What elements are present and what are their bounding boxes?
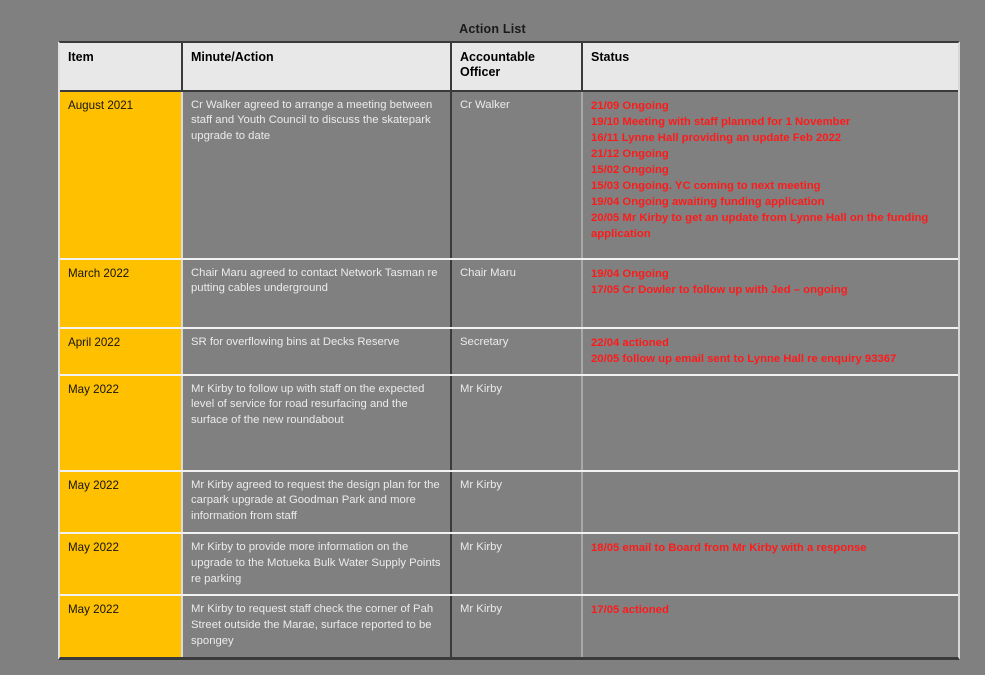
page-title: Action List: [459, 22, 526, 36]
status-line: 22/04 actioned: [591, 336, 669, 349]
table-body: August 2021 Cr Walker agreed to arrange a…: [60, 90, 958, 658]
status-line: 19/10 Meeting with staff planned for 1 N…: [591, 115, 851, 128]
status-line: 16/11 Lynne Hall providing an update Feb…: [591, 131, 842, 144]
cell-accountable-officer: Mr Kirby: [451, 533, 583, 597]
status-line: 19/04 Ongoing awaiting funding applicati…: [591, 195, 825, 208]
cell-item: May 2022: [60, 595, 183, 658]
cell-item: March 2022: [60, 258, 183, 329]
column-header-item: Item: [60, 43, 183, 92]
table-header: Item Minute/Action Accountable Officer S…: [60, 43, 958, 92]
action-list-table-container: Item Minute/Action Accountable Officer S…: [58, 41, 960, 661]
status-line: 21/12 Ongoing: [591, 147, 669, 160]
column-header-accountable-officer: Accountable Officer: [451, 43, 583, 92]
cell-item: May 2022: [60, 470, 183, 535]
cell-status: 17/05 actioned: [582, 595, 958, 658]
table-row: August 2021 Cr Walker agreed to arrange a…: [60, 90, 958, 260]
cell-status: [582, 374, 958, 472]
status-line: 21/09 Ongoing: [591, 99, 669, 112]
column-header-minute: Minute/Action: [182, 43, 452, 92]
status-empty: [591, 382, 950, 383]
cell-minute-action: SR for overflowing bins at Decks Reserve: [182, 327, 452, 376]
cell-accountable-officer: Mr Kirby: [451, 374, 583, 472]
table-row: May 2022 Mr Kirby agreed to request the d…: [60, 470, 958, 535]
cell-minute-action: Chair Maru agreed to contact Network Tas…: [182, 258, 452, 329]
cell-accountable-officer: Secretary: [451, 327, 583, 376]
document-page: Action List Item Minute/Action Accountab…: [0, 0, 985, 675]
cell-accountable-officer: Mr Kirby: [451, 595, 583, 658]
cell-item: August 2021: [60, 90, 183, 260]
table-row: May 2022 Mr Kirby to provide more informa…: [60, 533, 958, 597]
cell-minute-action: Mr Kirby to provide more information on …: [182, 533, 452, 597]
cell-status: 21/09 Ongoing 19/10 Meeting with staff pl…: [582, 90, 958, 260]
status-line: 19/04 Ongoing: [591, 267, 669, 280]
column-header-status: Status: [582, 43, 958, 92]
action-list-table: Item Minute/Action Accountable Officer S…: [60, 43, 958, 658]
cell-accountable-officer: Cr Walker: [451, 90, 583, 260]
cell-status: 19/04 Ongoing 17/05 Cr Dowler to follow u…: [582, 258, 958, 329]
cell-minute-action: Mr Kirby to follow up with staff on the …: [182, 374, 452, 472]
cell-accountable-officer: Mr Kirby: [451, 470, 583, 535]
status-line: 17/05 actioned: [591, 604, 669, 617]
table-row: April 2022 SR for overflowing bins at Dec…: [60, 327, 958, 376]
status-line: 20/05 Mr Kirby to get an update from Lyn…: [591, 211, 929, 240]
table-row: May 2022 Mr Kirby to follow up with staff…: [60, 374, 958, 472]
status-line: 20/05 follow up email sent to Lynne Hall…: [591, 352, 897, 365]
cell-item: May 2022: [60, 533, 183, 597]
cell-status: 22/04 actioned 20/05 follow up email sent…: [582, 327, 958, 376]
status-line: 18/05 email to Board from Mr Kirby with …: [591, 542, 867, 554]
cell-minute-action: Mr Kirby to request staff check the corn…: [182, 595, 452, 658]
cell-accountable-officer: Chair Maru: [451, 258, 583, 329]
status-line: 15/03 Ongoing. YC coming to next meeting: [591, 179, 821, 192]
cell-minute-action: Mr Kirby agreed to request the design pl…: [182, 470, 452, 535]
status-line: 15/02 Ongoing: [591, 163, 669, 176]
table-row: May 2022 Mr Kirby to request staff check …: [60, 595, 958, 658]
table-header-row: Item Minute/Action Accountable Officer S…: [60, 43, 958, 92]
cell-status: [582, 470, 958, 535]
status-empty: [591, 478, 950, 479]
status-line: 17/05 Cr Dowler to follow up with Jed – …: [591, 283, 848, 296]
table-row: March 2022 Chair Maru agreed to contact N…: [60, 258, 958, 329]
cell-item: May 2022: [60, 374, 183, 472]
cell-minute-action: Cr Walker agreed to arrange a meeting be…: [182, 90, 452, 260]
cell-status: 18/05 email to Board from Mr Kirby with …: [582, 533, 958, 597]
cell-item: April 2022: [60, 327, 183, 376]
